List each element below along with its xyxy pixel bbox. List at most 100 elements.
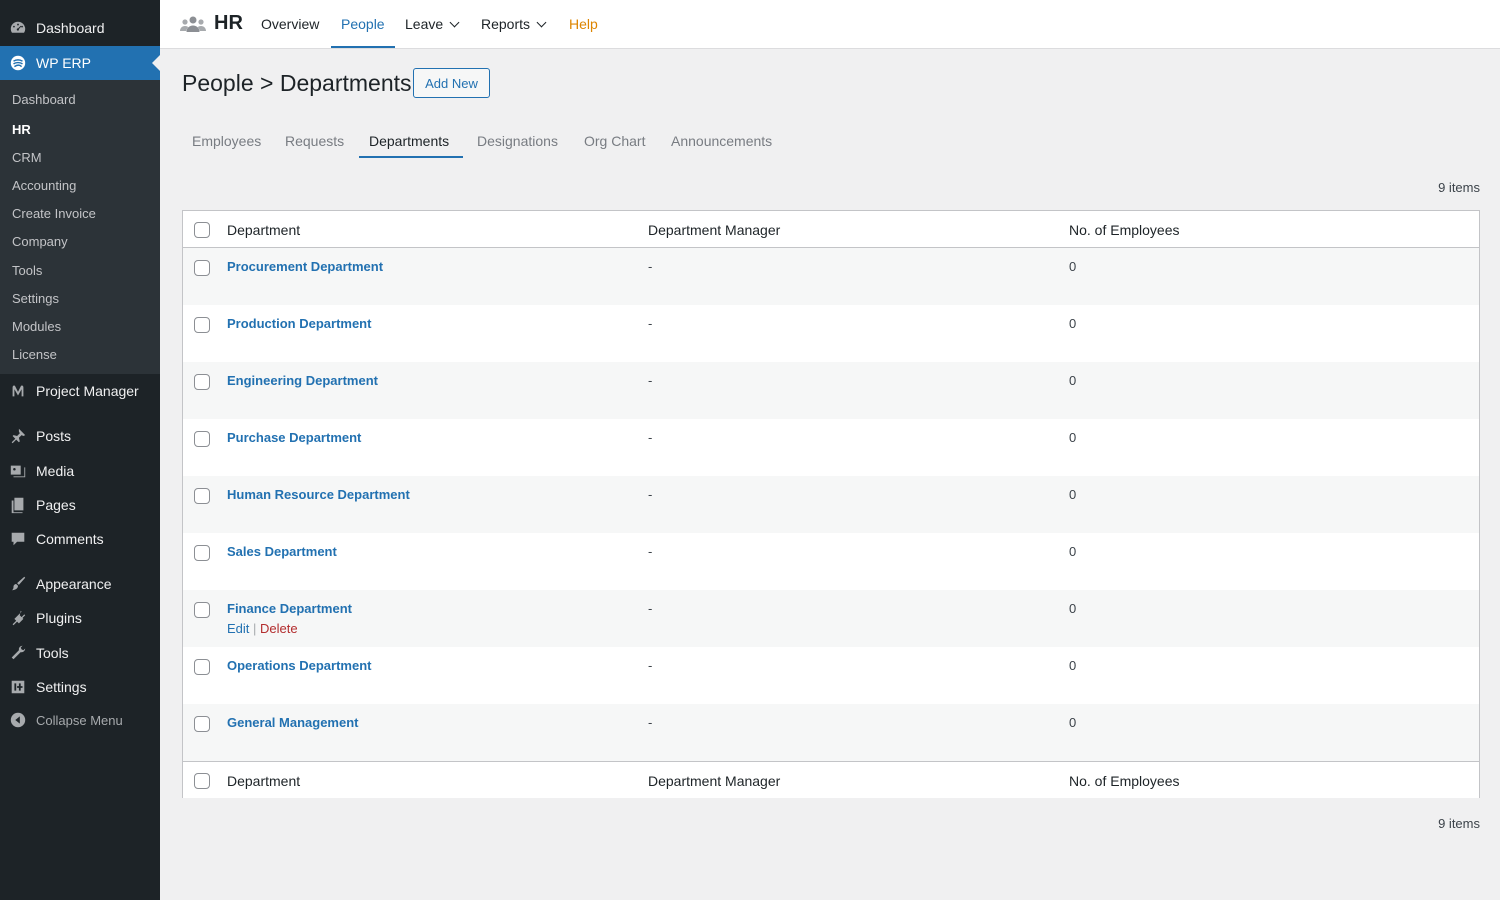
department-manager: - (648, 316, 653, 331)
sidebar-item-label: Media (36, 463, 75, 479)
department-manager: - (648, 544, 653, 559)
subtab-designations[interactable]: Designations (477, 133, 558, 149)
submenu-item-crm[interactable]: CRM (12, 150, 42, 165)
tab-help[interactable]: Help (569, 16, 598, 32)
sidebar-item-posts[interactable]: Posts (0, 419, 160, 453)
column-footer-department[interactable]: Department (227, 773, 300, 789)
admin-sidebar: Dashboard WP ERP Dashboard HR CRM Accoun… (0, 0, 160, 900)
tab-overview[interactable]: Overview (261, 16, 319, 32)
module-title: HR (214, 12, 243, 34)
table-row: Purchase Department - 0 (183, 419, 1479, 476)
tab-leave[interactable]: Leave (405, 16, 460, 32)
department-manager: - (648, 430, 653, 445)
sidebar-item-tools[interactable]: Tools (0, 636, 160, 670)
wp-erp-icon (0, 54, 36, 72)
sidebar-item-label: Collapse Menu (36, 712, 123, 728)
department-name-link[interactable]: Procurement Department (227, 259, 383, 274)
tab-people[interactable]: People (341, 16, 385, 32)
sidebar-item-label: Plugins (36, 610, 82, 626)
submenu-item-hr[interactable]: HR (12, 122, 31, 137)
sidebar-item-project-manager[interactable]: Project Manager (0, 374, 160, 408)
select-all-checkbox-footer[interactable] (194, 773, 210, 789)
people-group-icon (180, 16, 206, 32)
row-checkbox[interactable] (194, 602, 210, 618)
select-all-checkbox[interactable] (194, 222, 210, 238)
tab-reports[interactable]: Reports (481, 16, 547, 32)
sidebar-item-comments[interactable]: Comments (0, 522, 160, 556)
submenu-item-modules[interactable]: Modules (12, 319, 61, 334)
subtab-departments[interactable]: Departments (369, 133, 449, 149)
sidebar-item-pages[interactable]: Pages (0, 488, 160, 522)
collapse-menu-button[interactable]: Collapse Menu (0, 703, 160, 737)
department-name-link[interactable]: Human Resource Department (227, 487, 410, 502)
department-name-link[interactable]: Engineering Department (227, 373, 378, 388)
dashboard-icon (0, 19, 36, 37)
employee-count: 0 (1069, 259, 1077, 274)
table-footer: Department Department Manager No. of Emp… (183, 761, 1479, 798)
row-checkbox[interactable] (194, 374, 210, 390)
table-row: Human Resource Department - 0 (183, 476, 1479, 533)
submenu-item-create-invoice[interactable]: Create Invoice (12, 206, 96, 221)
department-manager: - (648, 487, 653, 502)
active-subtab-indicator (359, 156, 463, 158)
subtab-announcements[interactable]: Announcements (671, 133, 772, 149)
column-footer-manager: Department Manager (648, 773, 781, 789)
sidebar-item-settings[interactable]: Settings (0, 670, 160, 704)
page-title: People > Departments (182, 70, 412, 96)
department-manager: - (648, 601, 653, 616)
sidebar-item-media[interactable]: Media (0, 454, 160, 488)
subtab-employees[interactable]: Employees (192, 133, 261, 149)
submenu-item-settings[interactable]: Settings (12, 291, 59, 306)
subtab-org-chart[interactable]: Org Chart (584, 133, 645, 149)
employee-count: 0 (1069, 544, 1077, 559)
sidebar-item-dashboard[interactable]: Dashboard (0, 11, 160, 45)
sidebar-item-label: Comments (36, 531, 104, 547)
column-footer-employees: No. of Employees (1069, 773, 1180, 789)
paintbrush-icon (0, 575, 36, 593)
department-name-link[interactable]: Production Department (227, 316, 371, 331)
department-manager: - (648, 259, 653, 274)
comments-icon (0, 530, 36, 548)
sidebar-item-label: Pages (36, 497, 76, 513)
submenu-item-license[interactable]: License (12, 347, 57, 362)
row-checkbox[interactable] (194, 488, 210, 504)
row-checkbox[interactable] (194, 431, 210, 447)
department-name-link[interactable]: Purchase Department (227, 430, 361, 445)
row-checkbox[interactable] (194, 659, 210, 675)
collapse-icon (0, 711, 36, 729)
department-name-link[interactable]: Finance Department (227, 601, 352, 616)
subtab-requests[interactable]: Requests (285, 133, 344, 149)
submenu-item-accounting[interactable]: Accounting (12, 178, 76, 193)
pages-icon (0, 496, 36, 514)
submenu-item-tools[interactable]: Tools (12, 263, 42, 278)
sidebar-item-appearance[interactable]: Appearance (0, 567, 160, 601)
row-checkbox[interactable] (194, 545, 210, 561)
sidebar-item-wp-erp[interactable]: WP ERP (0, 46, 160, 80)
row-checkbox[interactable] (194, 716, 210, 732)
wrench-icon (0, 644, 36, 662)
add-new-button[interactable]: Add New (413, 68, 490, 98)
table-row: Production Department - 0 (183, 305, 1479, 362)
department-name-link[interactable]: General Management (227, 715, 359, 730)
sidebar-item-label: Tools (36, 645, 69, 661)
row-checkbox[interactable] (194, 260, 210, 276)
employee-count: 0 (1069, 715, 1077, 730)
table-row: Sales Department - 0 (183, 533, 1479, 590)
departments-table: Department Department Manager No. of Emp… (182, 210, 1480, 798)
project-manager-icon (0, 382, 36, 400)
employee-count: 0 (1069, 430, 1077, 445)
column-header-department[interactable]: Department (227, 222, 300, 238)
submenu-item-dashboard[interactable]: Dashboard (12, 92, 76, 107)
pin-icon (0, 427, 36, 445)
department-name-link[interactable]: Sales Department (227, 544, 337, 559)
delete-link[interactable]: Delete (260, 621, 298, 636)
department-name-link[interactable]: Operations Department (227, 658, 371, 673)
row-actions-separator: | (253, 621, 257, 636)
submenu-item-company[interactable]: Company (12, 234, 68, 249)
employee-count: 0 (1069, 601, 1077, 616)
row-checkbox[interactable] (194, 317, 210, 333)
sidebar-item-plugins[interactable]: Plugins (0, 601, 160, 635)
edit-link[interactable]: Edit (227, 621, 249, 636)
tab-leave-label: Leave (405, 16, 444, 32)
media-icon (0, 462, 36, 480)
